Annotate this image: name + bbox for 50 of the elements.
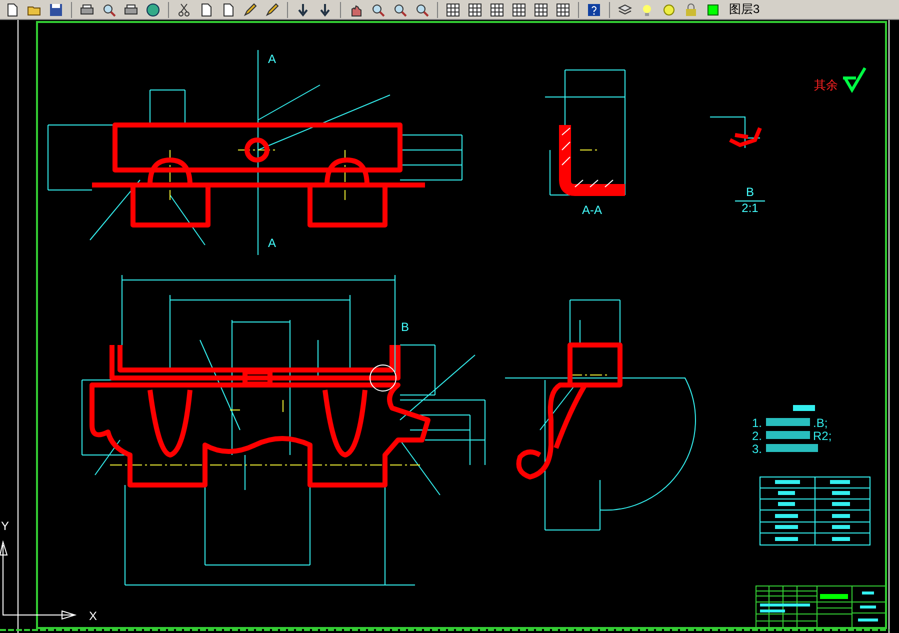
view-label: B	[401, 320, 409, 334]
y-axis-label: Y	[1, 519, 9, 533]
magnifier-icon	[393, 2, 407, 16]
document-icon	[221, 2, 235, 16]
globe-icon	[146, 2, 160, 16]
roughness-check-icon	[842, 66, 866, 93]
note-suffix: .B;	[813, 416, 828, 430]
view-label: A-A	[582, 203, 602, 217]
printer-icon	[80, 2, 94, 16]
detail-circle	[370, 364, 396, 392]
magnifier-icon	[371, 2, 385, 16]
pencil-icon	[265, 2, 279, 16]
printer-icon	[124, 2, 138, 16]
grid-icon	[534, 2, 548, 16]
roughness-note: 其余	[814, 78, 838, 92]
grid-icon	[556, 2, 570, 16]
grid-icon	[468, 2, 482, 16]
view-label: B	[746, 185, 754, 199]
center-line	[344, 150, 346, 200]
note-text-drawing	[766, 444, 818, 452]
arrow-icon	[296, 2, 310, 16]
pencil-icon	[243, 2, 257, 16]
layer-name[interactable]: 图层3	[729, 1, 760, 18]
note-number: 1.	[752, 416, 762, 430]
note-text-drawing	[766, 431, 810, 439]
hatched-section-drawing	[559, 125, 625, 196]
magnifier-icon	[102, 2, 116, 16]
bulb-icon	[640, 2, 654, 16]
detail-drawing	[728, 126, 762, 148]
scale-label: 2:1	[742, 201, 758, 215]
grid-icon	[512, 2, 526, 16]
note-number: 2.	[752, 429, 762, 443]
lock-icon	[684, 2, 698, 16]
note-suffix: R2;	[813, 429, 832, 443]
note-number: 3.	[752, 442, 762, 456]
x-axis-label: X	[89, 609, 97, 623]
help-icon	[587, 2, 601, 16]
notes-heading-drawing	[793, 405, 815, 411]
view-label: A	[268, 236, 276, 250]
square-icon	[706, 2, 720, 16]
document-icon	[5, 2, 19, 16]
document-icon	[199, 2, 213, 16]
arrow-icon	[318, 2, 332, 16]
grid-icon	[490, 2, 504, 16]
grid-icon	[446, 2, 460, 16]
magnifier-icon	[415, 2, 429, 16]
note-text-drawing	[766, 418, 810, 426]
scissors-icon	[177, 2, 191, 16]
view-label: A	[268, 52, 276, 66]
layers-icon	[618, 2, 632, 16]
